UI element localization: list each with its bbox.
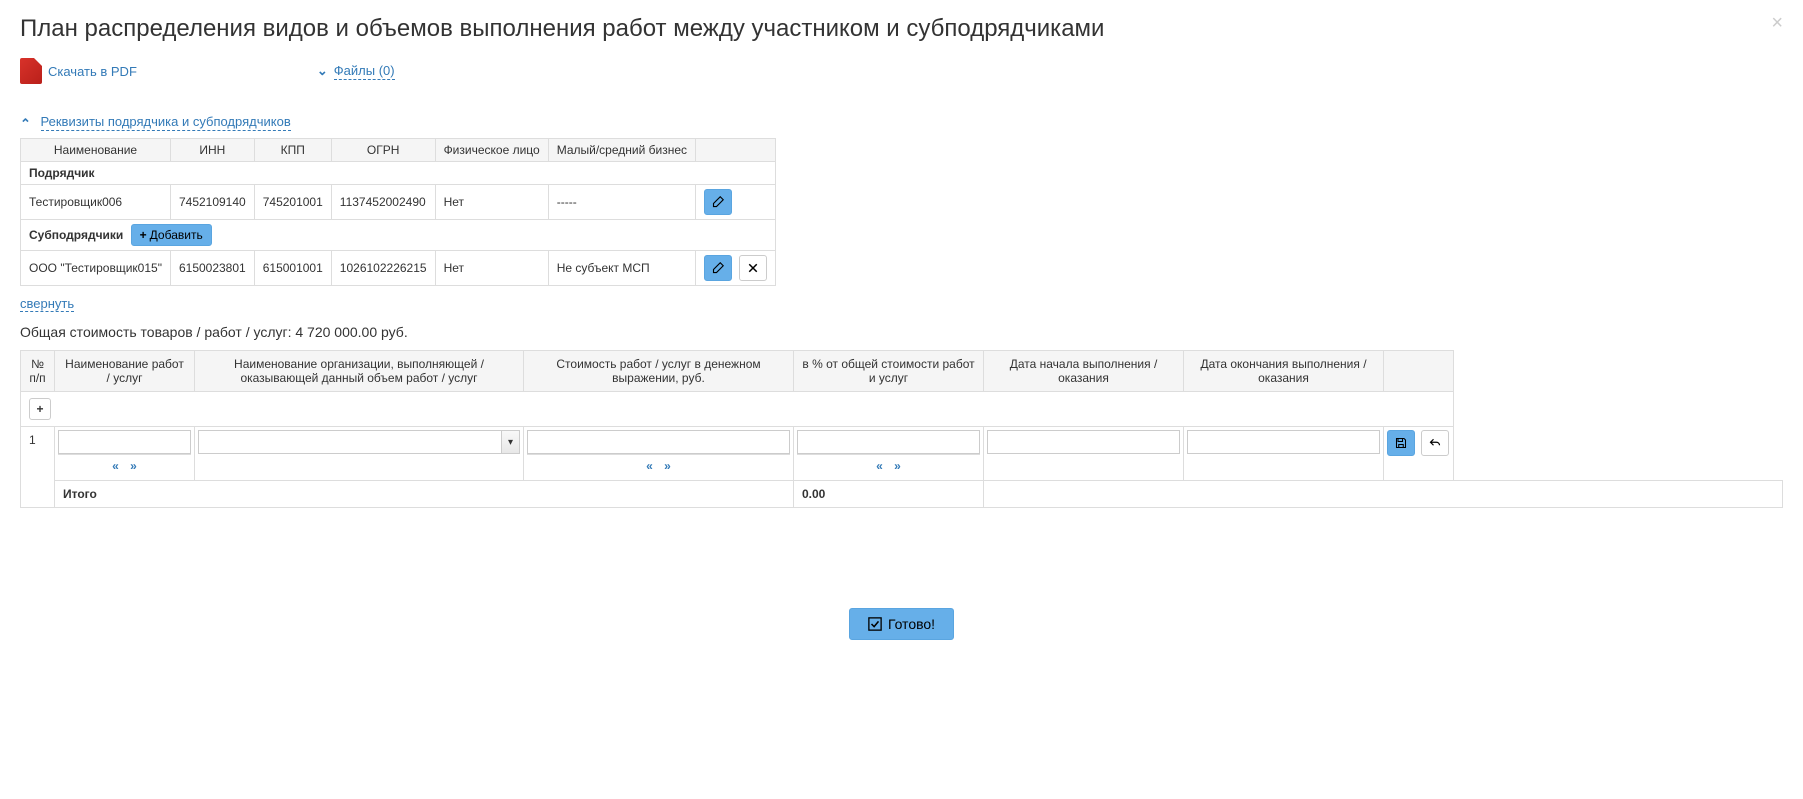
total-summary: Общая стоимость товаров / работ / услуг:… [20, 324, 1783, 340]
col-ogrn: ОГРН [331, 139, 435, 162]
nav-prev[interactable]: « [646, 459, 653, 473]
contractor-inn: 7452109140 [170, 185, 254, 220]
total-label: Итого [55, 481, 794, 508]
sub-kpp: 615001001 [254, 251, 331, 286]
cost-input[interactable] [527, 430, 790, 454]
download-pdf-link[interactable]: Скачать в PDF [20, 58, 137, 84]
contractor-row: Тестировщик006 7452109140 745201001 1137… [21, 185, 776, 220]
page-title: План распределения видов и объемов выпол… [20, 15, 1783, 43]
add-subcontractor-label: Добавить [150, 228, 203, 242]
edit-subcontractor-button[interactable] [704, 255, 732, 281]
nav-prev[interactable]: « [876, 459, 883, 473]
done-label: Готово! [888, 616, 935, 632]
col-actions [696, 139, 776, 162]
chevron-down-icon: ⌄ [317, 63, 328, 79]
add-work-row-button[interactable]: + [29, 398, 51, 420]
total-row: Итого 0.00 [21, 481, 1783, 508]
pct-nav: « » [797, 454, 980, 477]
nav-next[interactable]: » [130, 459, 137, 473]
subcontractor-row: ООО "Тестировщик015" 6150023801 61500100… [21, 251, 776, 286]
col-end: Дата окончания выполнения / оказания [1184, 351, 1384, 392]
dropdown-toggle[interactable]: ▾ [501, 431, 519, 453]
subcontractors-label: Субподрядчики [29, 228, 123, 242]
date-end-input[interactable] [1187, 430, 1380, 454]
pencil-icon [712, 196, 724, 208]
col-kpp: КПП [254, 139, 331, 162]
col-org: Наименование организации, выполняющей / … [195, 351, 524, 392]
date-start-input[interactable] [987, 430, 1180, 454]
col-row-actions [1384, 351, 1454, 392]
undo-icon [1429, 437, 1441, 449]
requisites-table: Наименование ИНН КПП ОГРН Физическое лиц… [20, 138, 776, 286]
nav-next[interactable]: » [894, 459, 901, 473]
edit-contractor-button[interactable] [704, 189, 732, 215]
close-icon[interactable]: × [1771, 12, 1783, 35]
pdf-icon [20, 58, 42, 84]
org-select-input[interactable] [198, 430, 520, 454]
col-work: Наименование работ / услуг [55, 351, 195, 392]
work-name-nav: « » [58, 454, 191, 477]
nav-prev[interactable]: « [112, 459, 119, 473]
close-icon [747, 262, 759, 274]
sub-smb: Не субъект МСП [548, 251, 695, 286]
contractor-kpp: 745201001 [254, 185, 331, 220]
contractor-ogrn: 1137452002490 [331, 185, 435, 220]
collapse-link[interactable]: свернуть [20, 296, 74, 312]
col-num: № п/п [21, 351, 55, 392]
delete-subcontractor-button[interactable] [739, 255, 767, 281]
contractor-smb: ----- [548, 185, 695, 220]
files-label: Файлы (0) [334, 63, 395, 80]
work-row: 1 « » ▾ « » « » [21, 427, 1783, 481]
requisites-toggle[interactable]: ⌃ Реквизиты подрядчика и субподрядчиков [20, 114, 1783, 130]
pct-input[interactable] [797, 430, 980, 454]
plus-icon: + [140, 228, 147, 242]
sub-phys: Нет [435, 251, 548, 286]
contractor-header: Подрядчик [21, 162, 776, 185]
row-number: 1 [21, 427, 55, 508]
col-cost: Стоимость работ / услуг в денежном выраж… [524, 351, 794, 392]
add-subcontractor-button[interactable]: + Добавить [131, 224, 212, 246]
files-toggle[interactable]: ⌄ Файлы (0) [317, 58, 395, 84]
sub-name: ООО "Тестировщик015" [21, 251, 171, 286]
undo-row-button[interactable] [1421, 430, 1449, 456]
check-icon [868, 617, 882, 631]
col-phys: Физическое лицо [435, 139, 548, 162]
work-name-input[interactable] [58, 430, 191, 454]
col-name: Наименование [21, 139, 171, 162]
col-inn: ИНН [170, 139, 254, 162]
total-value: 0.00 [794, 481, 984, 508]
col-pct: в % от общей стоимости работ и услуг [794, 351, 984, 392]
save-icon [1395, 437, 1407, 449]
col-smb: Малый/средний бизнес [548, 139, 695, 162]
contractor-phys: Нет [435, 185, 548, 220]
works-table: № п/п Наименование работ / услуг Наимено… [20, 350, 1783, 508]
save-row-button[interactable] [1387, 430, 1415, 456]
done-button[interactable]: Готово! [849, 608, 954, 640]
requisites-label: Реквизиты подрядчика и субподрядчиков [41, 114, 291, 131]
subcontractors-header: Субподрядчики + Добавить [21, 220, 776, 251]
col-start: Дата начала выполнения / оказания [984, 351, 1184, 392]
chevron-up-icon: ⌃ [20, 116, 31, 132]
contractor-name: Тестировщик006 [21, 185, 171, 220]
download-pdf-label: Скачать в PDF [48, 64, 137, 79]
sub-inn: 6150023801 [170, 251, 254, 286]
sub-ogrn: 1026102226215 [331, 251, 435, 286]
cost-nav: « » [527, 454, 790, 477]
pencil-icon [712, 262, 724, 274]
nav-next[interactable]: » [664, 459, 671, 473]
